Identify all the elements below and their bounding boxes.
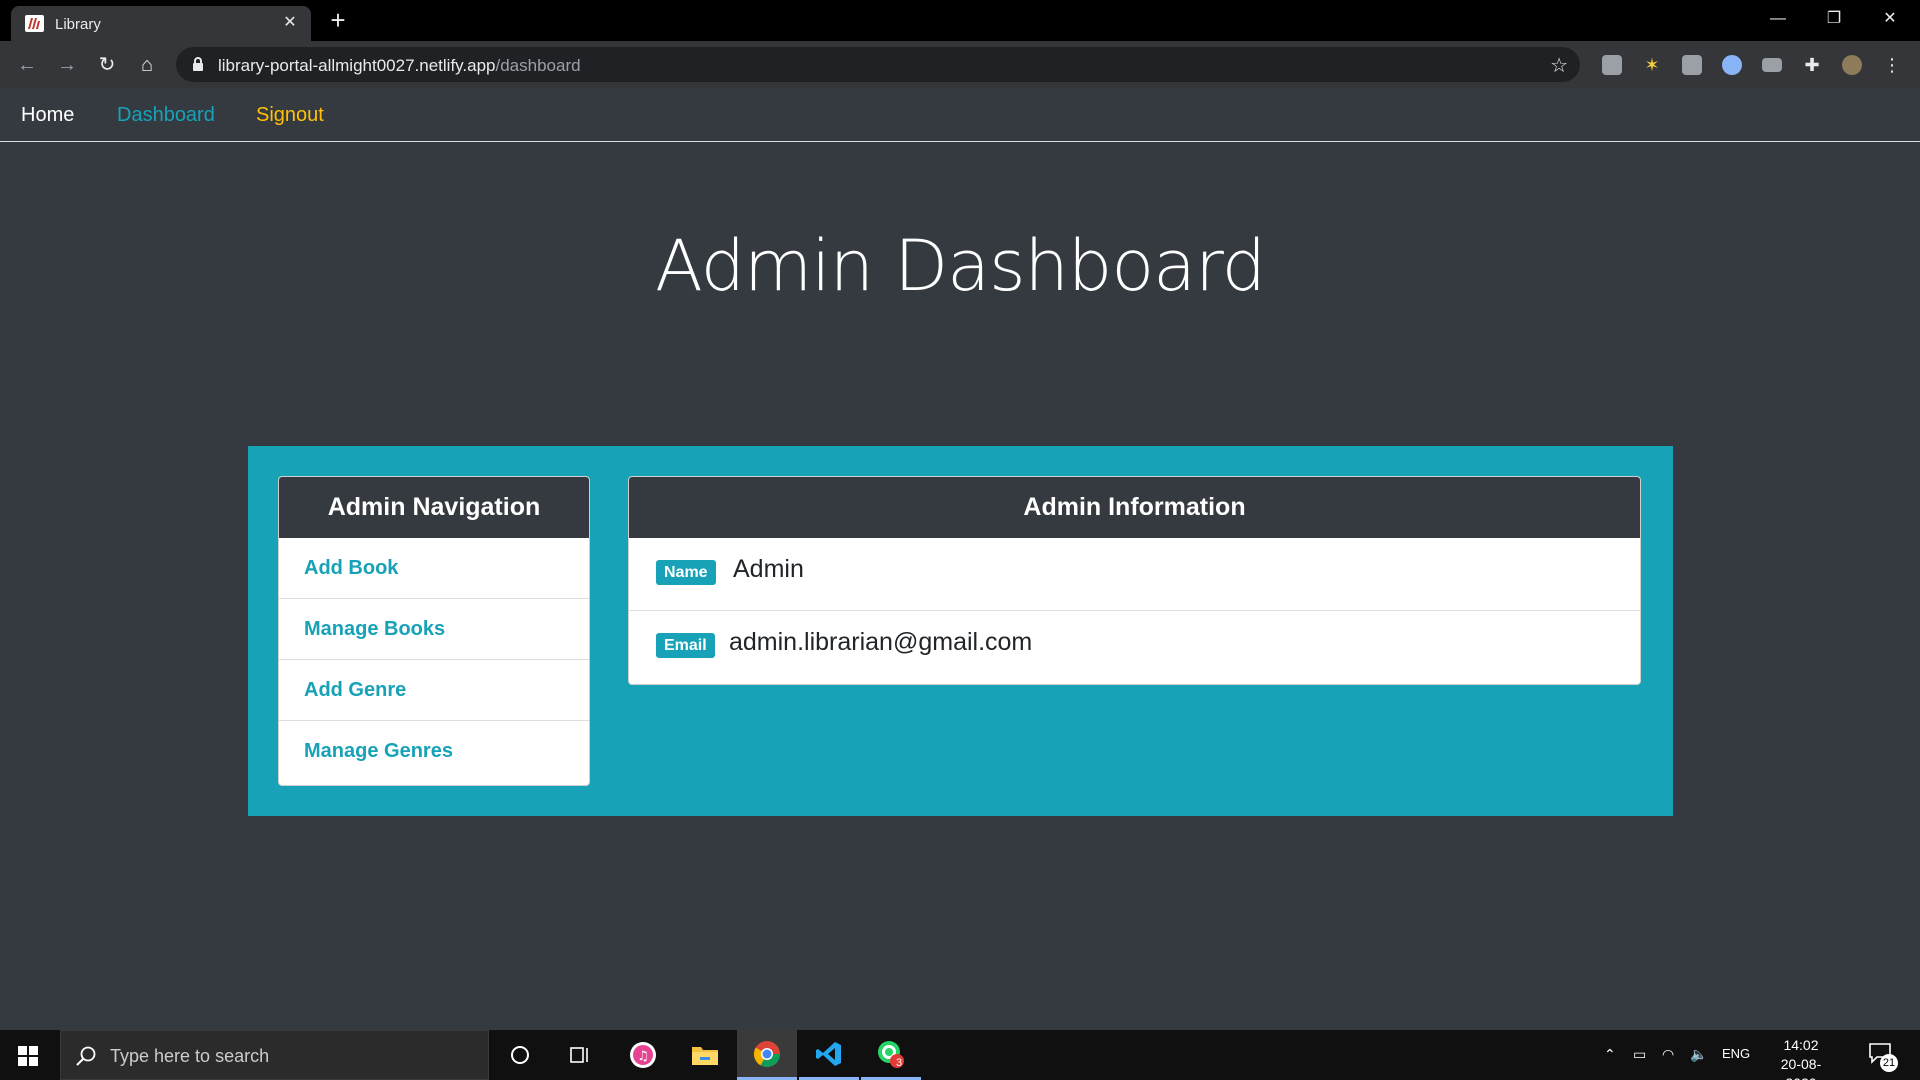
back-arrow-icon[interactable]: ← [13,51,41,79]
add-genre-link[interactable]: Add Genre [279,660,589,721]
extension-card-icon[interactable] [1762,58,1782,72]
add-book-link[interactable]: Add Book [279,538,589,599]
vscode-taskbar-icon[interactable] [799,1030,859,1080]
close-window-button[interactable]: ✕ [1862,0,1918,40]
tray-chevron-up-icon[interactable]: ⌃ [1604,1046,1616,1063]
cortana-icon[interactable] [490,1030,550,1080]
browser-tab[interactable]: Library ✕ [11,6,311,41]
minimize-button[interactable]: — [1750,0,1806,40]
wifi-icon[interactable]: ◠ [1662,1046,1674,1063]
notification-count-badge: 21 [1880,1054,1898,1072]
manage-books-link[interactable]: Manage Books [279,599,589,660]
whatsapp-unread-count: 3 [896,1057,903,1069]
search-placeholder: Type here to search [110,1046,270,1066]
manage-genres-link[interactable]: Manage Genres [279,721,589,782]
info-row-name: Name Admin [629,538,1640,611]
extension-square-icon[interactable] [1682,55,1702,75]
chrome-taskbar-icon[interactable] [737,1030,797,1080]
new-tab-button[interactable]: + [324,6,352,34]
dashboard-panel: Admin Navigation Add Book Manage Books A… [248,446,1673,816]
admin-navigation-card: Admin Navigation Add Book Manage Books A… [278,476,590,786]
browser-toolbar: ← → ↻ ⌂ library-portal-allmight0027.netl… [0,41,1920,88]
url-path: /dashboard [495,56,581,75]
extension-cloud-icon[interactable] [1602,55,1622,75]
name-badge: Name [656,560,716,585]
windows-start-icon[interactable] [18,1046,38,1066]
browser-titlebar: Library ✕ + — ❐ ✕ [0,0,1920,41]
itunes-icon[interactable]: ♫ [613,1030,673,1080]
windows-taskbar: Type here to search ♫ 3 ⌃ ▭ ◠ 🔈 ENG 14:0… [0,1030,1920,1080]
volume-icon[interactable]: 🔈 [1690,1046,1707,1063]
extension-circle-icon[interactable] [1722,55,1742,75]
admin-email-value: admin.librarian@gmail.com [729,628,1033,656]
info-row-email: Email admin.librarian@gmail.com [629,611,1640,684]
library-favicon-icon [25,15,44,32]
clock-date: 20-08-2020 [1780,1056,1822,1080]
extensions-puzzle-icon[interactable]: ✚ [1802,55,1822,75]
whatsapp-taskbar-icon[interactable]: 3 [861,1030,921,1080]
tab-title: Library [55,16,101,33]
email-badge: Email [656,633,715,658]
nav-signout-link[interactable]: Signout [256,104,324,127]
admin-name-value: Admin [733,555,804,583]
profile-avatar[interactable] [1842,55,1862,75]
clock-time: 14:02 [1783,1037,1819,1053]
admin-information-card: Admin Information Name Admin Email admin… [628,476,1641,685]
language-indicator[interactable]: ENG [1722,1046,1750,1061]
page-title: Admin Dashboard [654,225,1266,307]
task-view-icon[interactable] [550,1030,610,1080]
forward-arrow-icon[interactable]: → [53,51,81,79]
home-icon[interactable]: ⌂ [133,51,161,79]
address-bar[interactable]: library-portal-allmight0027.netlify.app/… [176,47,1580,82]
admin-navigation-header: Admin Navigation [279,477,589,538]
bookmark-star-icon[interactable]: ☆ [1550,53,1568,78]
menu-kebab-icon[interactable]: ⋮ [1882,55,1902,75]
lock-icon [193,57,203,71]
nav-home-link[interactable]: Home [21,104,74,127]
nav-dashboard-link[interactable]: Dashboard [117,104,215,127]
tab-close-icon[interactable]: ✕ [279,12,301,34]
extension-star-icon[interactable]: ✶ [1642,55,1662,75]
svg-text:♫: ♫ [637,1049,649,1064]
taskbar-search-input[interactable]: Type here to search [60,1030,489,1080]
restore-button[interactable]: ❐ [1806,0,1862,40]
url-text: library-portal-allmight0027.netlify.app/… [218,56,581,75]
battery-icon[interactable]: ▭ [1633,1046,1646,1063]
admin-information-header: Admin Information [629,477,1640,538]
site-navbar: Home Dashboard Signout [0,88,1920,142]
search-icon [76,1046,96,1066]
reload-icon[interactable]: ↻ [93,51,121,79]
system-clock[interactable]: 14:02 20-08-2020 [1766,1036,1836,1080]
file-explorer-icon[interactable] [675,1030,735,1080]
